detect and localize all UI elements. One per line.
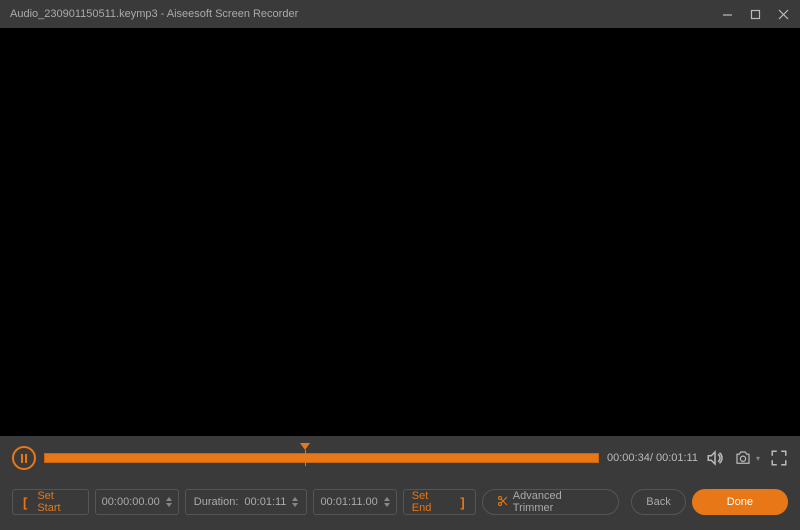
maximize-button[interactable]	[748, 7, 762, 21]
scissors-icon	[497, 495, 509, 510]
current-time: 00:00:34	[607, 452, 650, 464]
total-time: 00:01:11	[656, 452, 698, 464]
duration-value: 00:01:11	[244, 496, 286, 508]
start-time-stepper[interactable]	[166, 497, 172, 507]
duration-stepper[interactable]	[292, 497, 298, 507]
bracket-left-icon: [	[23, 495, 27, 510]
snapshot-button[interactable]	[734, 449, 752, 467]
duration-field: Duration: 00:01:11	[185, 489, 308, 515]
volume-button[interactable]	[706, 449, 724, 467]
end-time-field[interactable]: 00:01:11.00	[313, 489, 396, 515]
titlebar: Audio_230901150511.keymp3 - Aiseesoft Sc…	[0, 0, 800, 28]
trim-toolbar: [ Set Start 00:00:00.00 Duration: 00:01:1…	[0, 480, 800, 524]
playback-controls: 00:00:34/ 00:01:11 ▾	[0, 436, 800, 480]
pause-icon	[21, 454, 27, 463]
appname: Aiseesoft Screen Recorder	[167, 8, 298, 20]
end-time-value: 00:01:11.00	[320, 496, 377, 508]
volume-icon	[706, 449, 724, 467]
duration-label: Duration:	[194, 496, 239, 508]
done-label: Done	[727, 496, 753, 508]
time-display: 00:00:34/ 00:01:11	[607, 452, 698, 464]
set-start-button[interactable]: [ Set Start	[12, 489, 89, 515]
stepper-up-icon	[166, 497, 172, 501]
timeline[interactable]	[44, 450, 599, 466]
camera-icon	[734, 449, 752, 467]
window-title: Audio_230901150511.keymp3 - Aiseesoft Sc…	[10, 8, 720, 20]
set-end-button[interactable]: Set End ]	[403, 489, 476, 515]
stepper-up-icon	[292, 497, 298, 501]
playhead-line	[305, 450, 306, 466]
start-time-field[interactable]: 00:00:00.00	[95, 489, 179, 515]
minimize-icon	[722, 9, 733, 20]
set-start-label: Set Start	[37, 490, 79, 514]
fullscreen-icon	[770, 449, 788, 467]
minimize-button[interactable]	[720, 7, 734, 21]
window-controls	[720, 7, 790, 21]
stepper-down-icon	[292, 503, 298, 507]
right-controls: ▾	[706, 449, 788, 467]
end-time-stepper[interactable]	[384, 497, 390, 507]
stepper-down-icon	[166, 503, 172, 507]
close-icon	[778, 9, 789, 20]
back-button[interactable]: Back	[631, 489, 685, 515]
snapshot-dropdown[interactable]: ▾	[756, 454, 760, 463]
timeline-fill	[44, 453, 599, 463]
bracket-right-icon: ]	[460, 495, 464, 510]
pause-button[interactable]	[12, 446, 36, 470]
start-time-value: 00:00:00.00	[102, 496, 160, 508]
advanced-trimmer-button[interactable]: Advanced Trimmer	[482, 489, 619, 515]
preview-area	[0, 28, 800, 436]
advanced-trimmer-label: Advanced Trimmer	[513, 490, 604, 514]
back-label: Back	[646, 496, 670, 508]
stepper-up-icon	[384, 497, 390, 501]
playhead-marker[interactable]	[300, 443, 310, 450]
fullscreen-button[interactable]	[770, 449, 788, 467]
set-end-label: Set End	[412, 490, 451, 514]
title-separator: -	[158, 8, 167, 20]
close-button[interactable]	[776, 7, 790, 21]
maximize-icon	[750, 9, 761, 20]
done-button[interactable]: Done	[692, 489, 788, 515]
filename: Audio_230901150511.keymp3	[10, 8, 158, 20]
stepper-down-icon	[384, 503, 390, 507]
